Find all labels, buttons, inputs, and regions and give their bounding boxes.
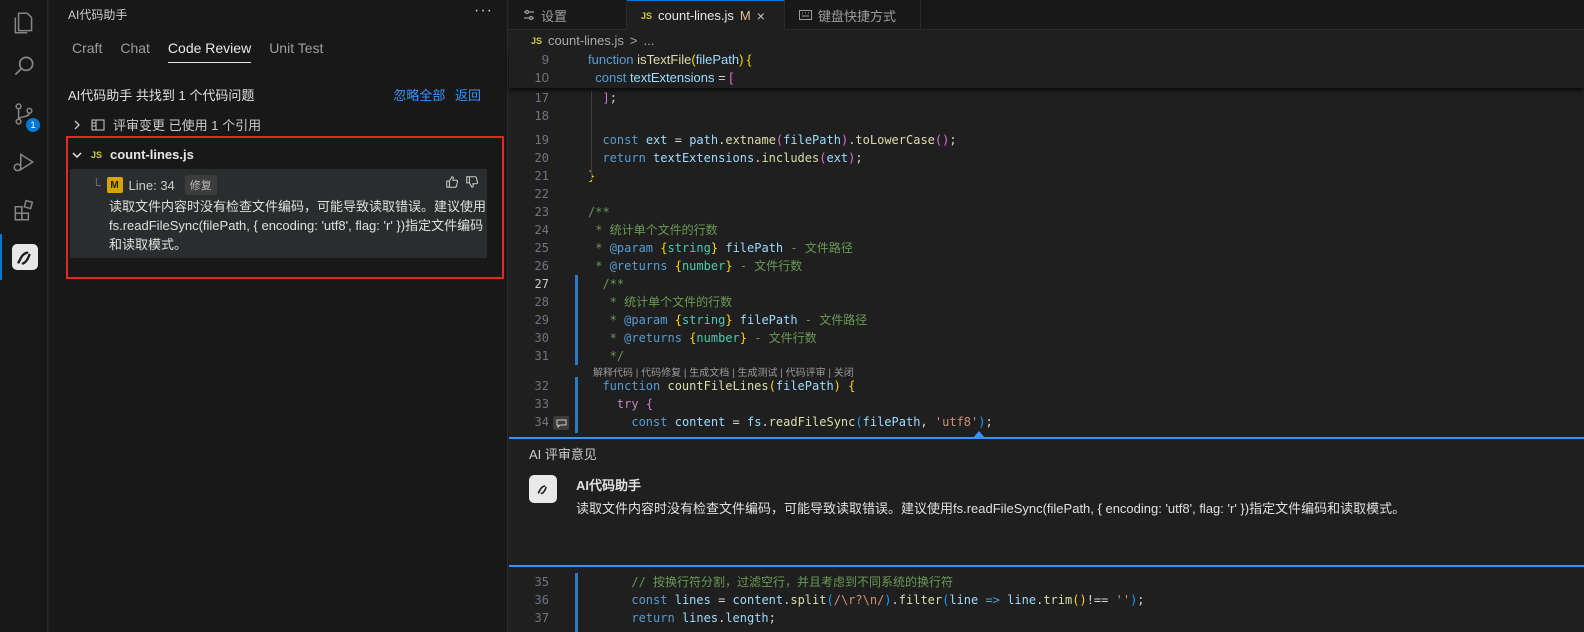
diff-added-bar bbox=[575, 573, 578, 632]
search-icon[interactable] bbox=[0, 43, 48, 89]
tab-code-review[interactable]: Code Review bbox=[167, 40, 252, 63]
extensions-icon[interactable] bbox=[0, 187, 48, 233]
js-file-icon: JS bbox=[531, 35, 543, 46]
file-name: count-lines.js bbox=[110, 147, 194, 162]
js-file-icon: JS bbox=[641, 10, 653, 21]
review-changes-label: 评审变更 已使用 1 个引用 bbox=[113, 118, 262, 133]
tree-branch-icon: └ bbox=[92, 178, 101, 192]
code-line: 28 * 统计单个文件的行数 bbox=[534, 295, 733, 309]
code-line: 10 const textExtensions = [ bbox=[534, 70, 733, 85]
js-file-icon: JS bbox=[91, 149, 103, 160]
issue-line[interactable]: Line: 34 bbox=[129, 178, 175, 193]
code-line: 35 // 按换行符分割，过滤空行，并且考虑到不同系统的换行符 bbox=[534, 575, 954, 589]
ai-assistant-icon[interactable] bbox=[0, 234, 48, 280]
code-line: 37 return lines.length; bbox=[534, 611, 776, 625]
breadcrumb: JS count-lines.js > ... bbox=[531, 33, 654, 48]
code-line: 21} bbox=[534, 169, 596, 183]
ignore-all-link[interactable]: 忽略全部 bbox=[393, 88, 445, 103]
code-line: 36 const lines = content.split(/\r?\n/).… bbox=[534, 593, 1145, 607]
comment-title: AI 评审意见 bbox=[529, 447, 597, 462]
scm-badge: 1 bbox=[26, 118, 40, 132]
settings-icon bbox=[524, 9, 534, 21]
review-changes-row[interactable]: 评审变更 已使用 1 个引用 bbox=[71, 115, 261, 134]
editor-tabbar: 设置 JS count-lines.js M × 键盘快捷方式 bbox=[509, 0, 1584, 30]
code-line: 30 * @returns {number} - 文件行数 bbox=[534, 331, 817, 345]
breadcrumb-tail[interactable]: ... bbox=[643, 33, 654, 48]
review-issue-item[interactable]: └ M Line: 34 修复 读取文件内容时没有检查文件编码，可能导致读取错误… bbox=[70, 169, 487, 258]
panel-title: AI代码助手 bbox=[68, 8, 128, 22]
code-line: 24 * 统计单个文件的行数 bbox=[534, 223, 718, 237]
chevron-right-icon bbox=[74, 120, 80, 129]
comment-author: AI代码助手 bbox=[576, 478, 642, 493]
back-link[interactable]: 返回 bbox=[455, 88, 481, 103]
references-icon bbox=[91, 119, 105, 130]
diff-added-bar bbox=[575, 275, 578, 365]
thumbs-up-icon[interactable] bbox=[445, 175, 459, 189]
diff-added-bar bbox=[575, 377, 578, 433]
tab-unit-test[interactable]: Unit Test bbox=[269, 40, 323, 63]
keyboard-icon bbox=[799, 10, 812, 20]
code-line: 34 const content = fs.readFileSync(fileP… bbox=[534, 415, 993, 429]
tab-count-lines-label: count-lines.js bbox=[658, 8, 734, 23]
code-line: 27 /** bbox=[534, 277, 625, 291]
explorer-icon[interactable] bbox=[0, 0, 48, 46]
run-debug-icon[interactable] bbox=[0, 139, 48, 185]
indent-guide bbox=[591, 90, 592, 180]
code-line: 17 ]; bbox=[534, 91, 617, 105]
code-line: 19 const ext = path.extname(filePath).to… bbox=[534, 133, 957, 147]
tab-keyboard-label: 键盘快捷方式 bbox=[818, 8, 897, 24]
fix-tag[interactable]: 修复 bbox=[184, 175, 217, 195]
code-line: 20 return textExtensions.includes(ext); bbox=[534, 151, 863, 165]
sticky-scroll[interactable]: 9 function isTextFile(filePath) { 10 cons… bbox=[509, 51, 1584, 88]
more-actions-button[interactable]: ··· bbox=[474, 2, 493, 20]
chevron-down-icon bbox=[72, 151, 82, 158]
code-line: 23/** bbox=[534, 205, 610, 219]
breadcrumb-separator: > bbox=[629, 33, 638, 48]
code-line: 29 * @param {string} filePath - 文件路径 bbox=[534, 313, 868, 327]
widget-pointer bbox=[973, 431, 985, 438]
tab-settings-label: 设置 bbox=[541, 8, 568, 24]
modified-indicator: M bbox=[739, 8, 751, 23]
breadcrumb-file[interactable]: count-lines.js bbox=[548, 33, 624, 48]
tab-keyboard-shortcuts[interactable]: 键盘快捷方式 bbox=[785, 0, 921, 30]
severity-badge: M bbox=[106, 177, 123, 193]
issue-header: └ M Line: 34 修复 bbox=[92, 175, 217, 195]
review-summary: AI代码助手 共找到 1 个代码问题 bbox=[68, 88, 255, 103]
code-line: 32 function countFileLines(filePath) { bbox=[534, 379, 856, 393]
ai-assistant-panel: AI代码助手 ··· Craft Chat Code Review Unit T… bbox=[49, 0, 508, 632]
code-line: 33 try { bbox=[534, 397, 654, 411]
code-line: 22 bbox=[534, 187, 549, 201]
close-icon[interactable]: × bbox=[757, 8, 765, 24]
summary-actions: 忽略全部 返回 bbox=[387, 85, 481, 104]
panel-tabs: Craft Chat Code Review Unit Test bbox=[72, 40, 341, 63]
code-line: 31 */ bbox=[534, 349, 625, 363]
comment-body: 读取文件内容时没有检查文件编码，可能导致读取错误。建议使用fs.readFile… bbox=[576, 501, 1406, 516]
review-comment-widget: AI 评审意见 AI代码助手 读取文件内容时没有检查文件编码，可能导致读取错误。… bbox=[509, 431, 1584, 567]
code-line: 25 * @param {string} filePath - 文件路径 bbox=[534, 241, 853, 255]
tab-craft[interactable]: Craft bbox=[72, 40, 102, 63]
thumbs-down-icon[interactable] bbox=[465, 175, 479, 189]
tab-chat[interactable]: Chat bbox=[120, 40, 150, 63]
code-line: 26 * @returns {number} - 文件行数 bbox=[534, 259, 803, 273]
feedback-buttons bbox=[445, 175, 479, 189]
tab-settings[interactable]: 设置 bbox=[509, 0, 627, 30]
comment-gutter-icon[interactable] bbox=[553, 416, 569, 430]
source-control-icon[interactable]: 1 bbox=[0, 91, 48, 137]
file-group-header[interactable]: JS count-lines.js bbox=[71, 147, 194, 162]
code-line: 18 bbox=[534, 109, 549, 123]
activity-bar: 1 bbox=[0, 0, 48, 632]
issue-description: 读取文件内容时没有检查文件编码，可能导致读取错误。建议使用fs.readFile… bbox=[109, 199, 487, 252]
editor-area: 设置 JS count-lines.js M × 键盘快捷方式 JS count… bbox=[509, 0, 1584, 632]
codelens-actions[interactable]: 解释代码 | 代码修复 | 生成文档 | 生成测试 | 代码评审 | 关闭 bbox=[593, 364, 854, 379]
tab-count-lines[interactable]: JS count-lines.js M × bbox=[627, 0, 785, 30]
ai-assistant-avatar bbox=[529, 475, 557, 503]
code-line: 9 function isTextFile(filePath) { bbox=[541, 52, 752, 67]
